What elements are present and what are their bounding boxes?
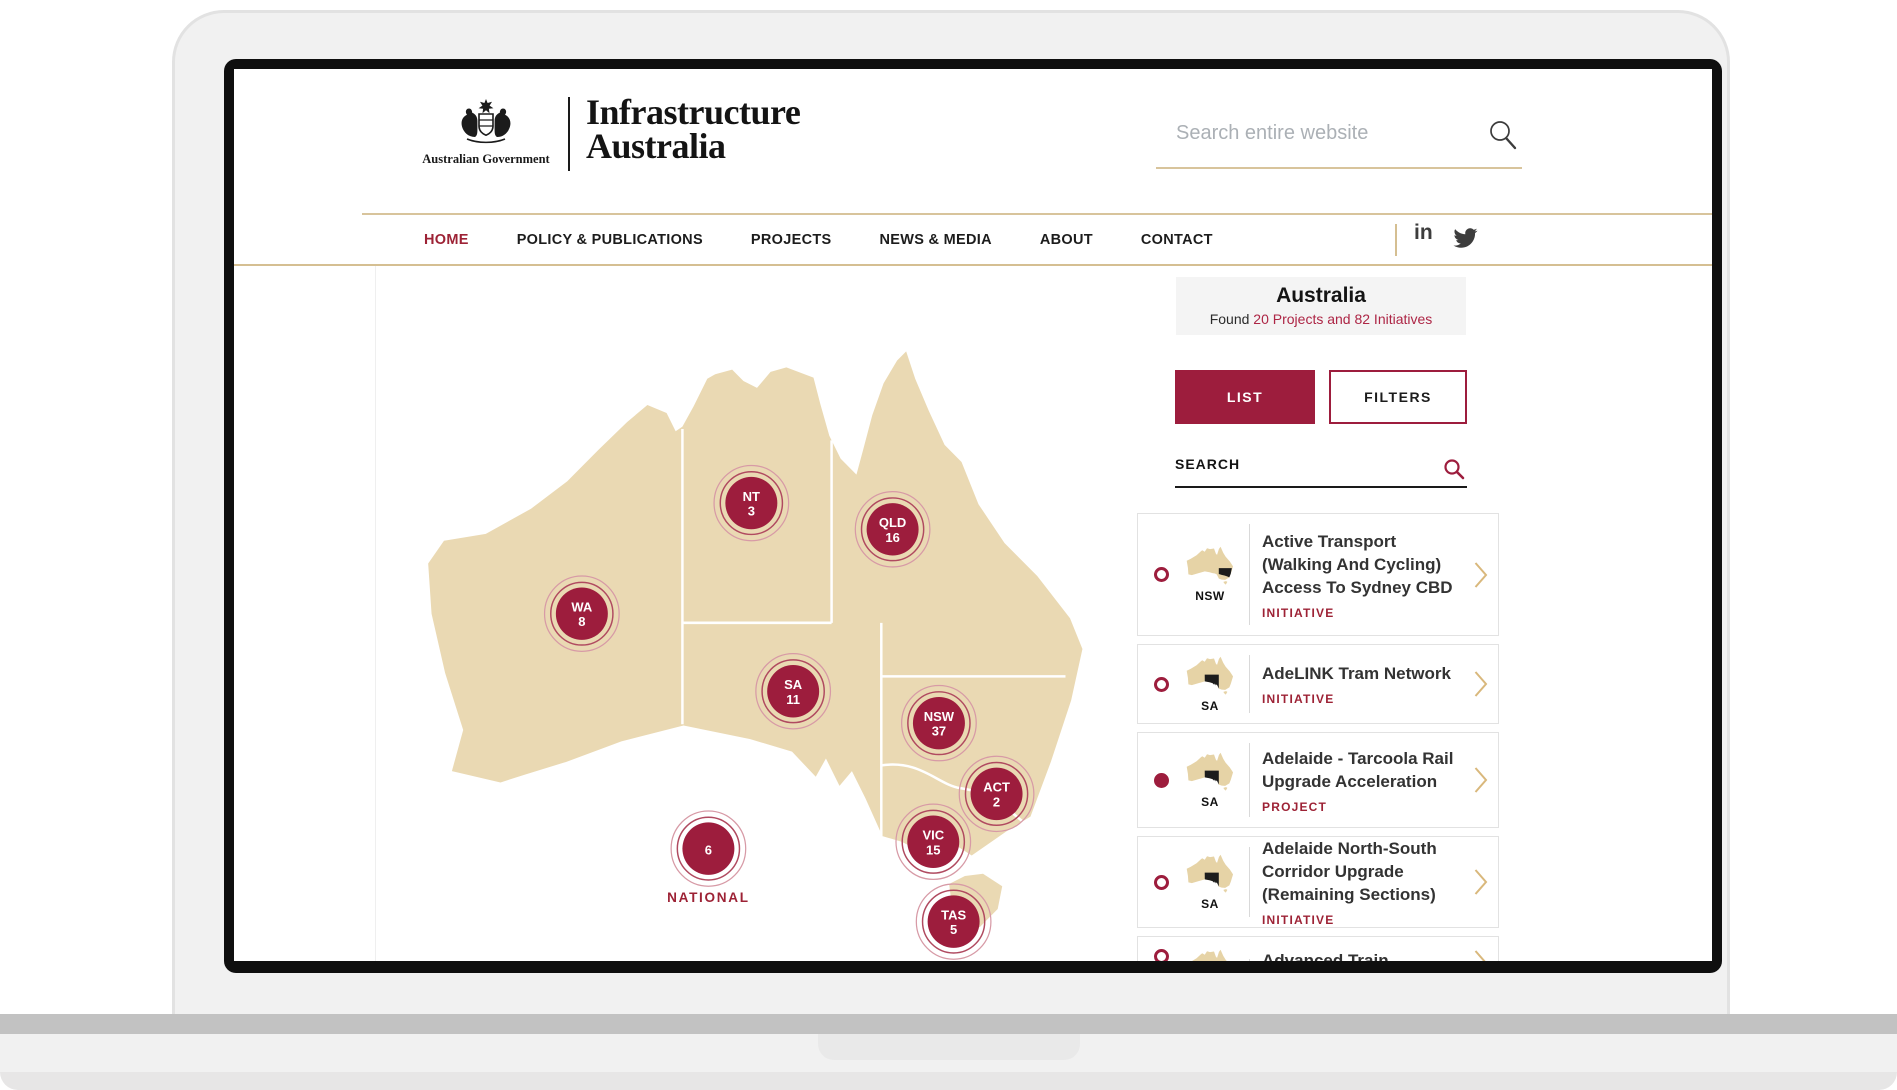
site-search-input[interactable] — [1174, 121, 1474, 146]
state-label: NSW — [1195, 589, 1225, 603]
svg-text:NT: NT — [743, 489, 760, 504]
result-card[interactable]: Advanced Train Management — [1137, 936, 1499, 961]
site-search — [1156, 107, 1522, 169]
chevron-right-icon[interactable] — [1474, 766, 1488, 794]
nav-item-about[interactable]: ABOUT — [1040, 232, 1093, 248]
svg-text:WA: WA — [571, 599, 592, 614]
result-type-badge: INITIATIVE — [1262, 692, 1468, 706]
results-sidebar: Australia Found 20 Projects and 82 Initi… — [1137, 266, 1512, 961]
svg-text:SA: SA — [784, 677, 803, 692]
state-label: SA — [1201, 897, 1219, 911]
result-type-badge: PROJECT — [1262, 800, 1468, 814]
chevron-right-icon[interactable] — [1474, 868, 1488, 896]
laptop-screen-body: Australian Government Infrastructure Aus… — [172, 10, 1730, 1014]
list-button[interactable]: LIST — [1175, 370, 1315, 424]
laptop-mockup: Australian Government Infrastructure Aus… — [0, 0, 1897, 1090]
svg-text:ACT: ACT — [983, 780, 1010, 795]
search-icon[interactable] — [1488, 119, 1518, 151]
result-title: AdeLINK Tram Network — [1262, 662, 1468, 685]
sidebar-search-icon[interactable] — [1443, 458, 1465, 480]
result-card[interactable]: SA AdeLINK Tram Network INITIATIVE — [1137, 644, 1499, 724]
state-label: SA — [1201, 699, 1219, 713]
sidebar-search-input[interactable] — [1245, 454, 1425, 472]
main-nav: HOME POLICY & PUBLICATIONS PROJECTS NEWS… — [234, 213, 1712, 266]
svg-text:2: 2 — [993, 794, 1000, 809]
mini-australia-map-icon — [1186, 949, 1234, 961]
nav-item-contact[interactable]: CONTACT — [1141, 232, 1213, 248]
card-divider — [1249, 959, 1250, 961]
result-type-badge: INITIATIVE — [1262, 606, 1468, 620]
svg-text:37: 37 — [932, 724, 946, 739]
gov-label: Australian Government — [422, 152, 549, 167]
card-divider — [1249, 743, 1250, 817]
chevron-right-icon[interactable] — [1474, 949, 1488, 961]
svg-text:5: 5 — [950, 922, 957, 937]
status-dot — [1154, 949, 1169, 961]
svg-text:8: 8 — [578, 614, 585, 629]
chevron-right-icon[interactable] — [1474, 561, 1488, 589]
nav-item-home[interactable]: HOME — [424, 232, 469, 248]
results-count: Found 20 Projects and 82 Initiatives — [1176, 311, 1466, 327]
linkedin-icon[interactable]: in — [1414, 221, 1433, 245]
result-card[interactable]: SA Adelaide North-South Corridor Upgrade… — [1137, 836, 1499, 928]
logo-divider — [568, 97, 570, 171]
result-title: Adelaide - Tarcoola Rail Upgrade Acceler… — [1262, 747, 1468, 793]
status-dot — [1154, 677, 1169, 692]
status-dot — [1154, 875, 1169, 890]
nav-item-policy-publications[interactable]: POLICY & PUBLICATIONS — [517, 232, 703, 248]
nav-item-projects[interactable]: PROJECTS — [751, 232, 832, 248]
svg-text:16: 16 — [885, 530, 899, 545]
sidebar-search: SEARCH — [1175, 452, 1467, 488]
mini-australia-map-icon — [1186, 546, 1234, 588]
mini-australia-map-icon — [1186, 656, 1234, 698]
coat-of-arms-icon — [451, 95, 521, 147]
result-title: Advanced Train Management — [1262, 949, 1468, 961]
map-panel: NT 3 QLD 16 — [375, 266, 1137, 961]
site-wordmark: Infrastructure Australia — [586, 95, 800, 163]
result-list: NSW Active Transport (Walking And Cyclin… — [1137, 513, 1499, 961]
svg-text:TAS: TAS — [941, 907, 966, 922]
svg-text:15: 15 — [926, 842, 940, 857]
twitter-icon[interactable] — [1452, 226, 1479, 250]
map-bubble-national[interactable]: 6 NATIONAL — [667, 811, 750, 905]
mini-australia-map-icon — [1186, 752, 1234, 794]
results-count-link[interactable]: 20 Projects and 82 Initiatives — [1253, 311, 1432, 327]
mini-australia-map-icon — [1186, 854, 1234, 896]
result-card[interactable]: SA Adelaide - Tarcoola Rail Upgrade Acce… — [1137, 732, 1499, 828]
nav-item-news-media[interactable]: NEWS & MEDIA — [879, 232, 991, 248]
sidebar-search-label: SEARCH — [1175, 456, 1240, 472]
social-divider — [1395, 224, 1397, 256]
status-dot — [1154, 773, 1169, 788]
laptop-hinge — [0, 1014, 1897, 1034]
filters-button[interactable]: FILTERS — [1329, 370, 1467, 424]
australia-map: NT 3 QLD 16 — [418, 340, 1096, 933]
laptop-base-edge — [0, 1072, 1897, 1090]
svg-text:VIC: VIC — [922, 827, 944, 842]
card-divider — [1249, 655, 1250, 713]
page-content: NT 3 QLD 16 — [234, 266, 1712, 961]
result-type-badge: INITIATIVE — [1262, 913, 1468, 927]
card-divider — [1249, 847, 1250, 917]
result-title: Active Transport (Walking And Cycling) A… — [1262, 530, 1468, 599]
result-card[interactable]: NSW Active Transport (Walking And Cyclin… — [1137, 513, 1499, 636]
laptop-base — [0, 1034, 1897, 1072]
svg-text:NSW: NSW — [924, 709, 955, 724]
results-title: Australia — [1176, 284, 1466, 308]
laptop-notch — [818, 1034, 1080, 1060]
result-title: Adelaide North-South Corridor Upgrade (R… — [1262, 837, 1468, 906]
card-divider — [1249, 524, 1250, 625]
laptop-bezel: Australian Government Infrastructure Aus… — [224, 59, 1722, 973]
svg-text:NATIONAL: NATIONAL — [667, 890, 750, 905]
svg-text:11: 11 — [786, 692, 800, 707]
results-header: Australia Found 20 Projects and 82 Initi… — [1176, 277, 1466, 335]
status-dot — [1154, 567, 1169, 582]
svg-text:3: 3 — [748, 504, 755, 519]
chevron-right-icon[interactable] — [1474, 670, 1488, 698]
site-logo[interactable]: Australian Government Infrastructure Aus… — [420, 95, 800, 171]
browser-viewport: Australian Government Infrastructure Aus… — [234, 69, 1712, 961]
svg-text:QLD: QLD — [879, 515, 906, 530]
state-label: SA — [1201, 795, 1219, 809]
svg-text:6: 6 — [705, 842, 712, 857]
